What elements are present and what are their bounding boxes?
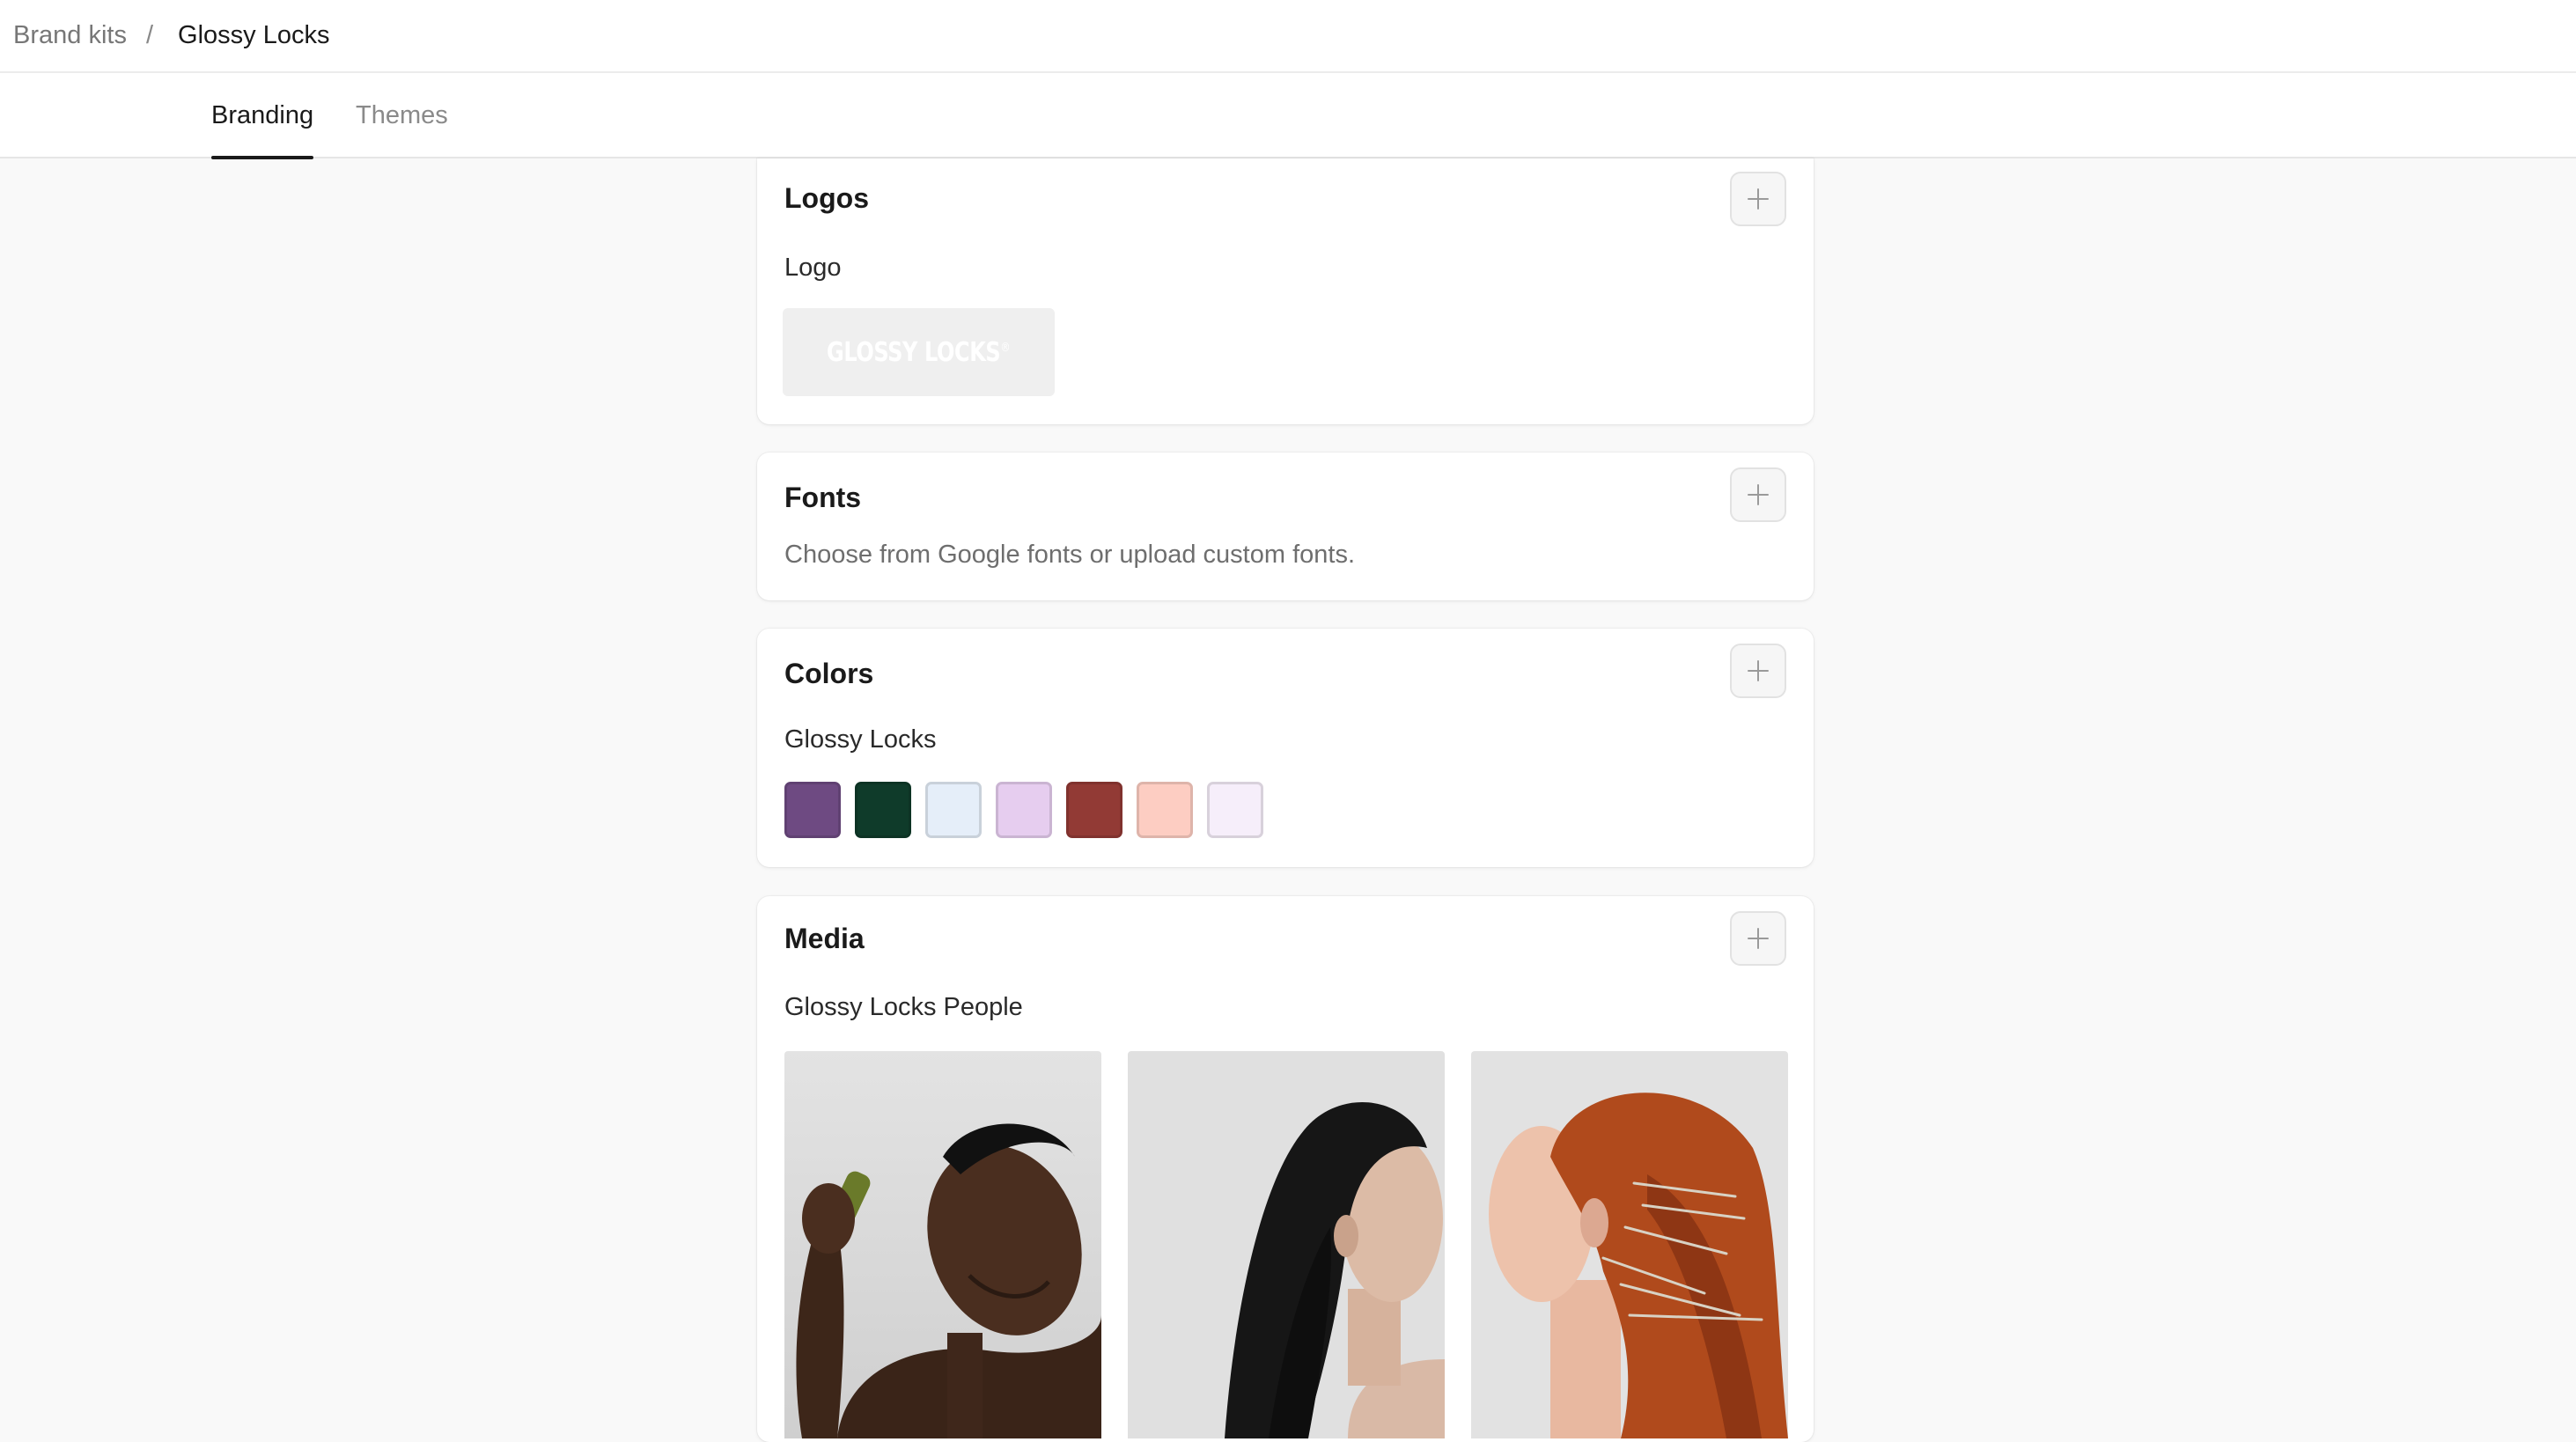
breadcrumb: Brand kits / Glossy Locks [0,21,329,50]
media-image-woman-dark-hair[interactable] [1128,1051,1445,1438]
color-swatch-7[interactable] [1207,782,1263,838]
plus-icon [1748,484,1769,505]
tab-branding[interactable]: Branding [211,73,314,159]
media-title: Media [784,923,865,954]
add-media-button[interactable] [1730,911,1786,966]
breadcrumb-separator: / [145,21,154,49]
color-swatch-3[interactable] [925,782,982,838]
plus-icon [1748,188,1769,210]
fonts-description: Choose from Google fonts or upload custo… [784,541,1356,569]
logos-card: Logos Logo GLOSSY LOCKS® [757,158,1814,424]
tab-bar: Branding Themes [0,73,2576,159]
palette-name: Glossy Locks [784,725,937,754]
woman-red-hair-photo-illustration [1471,1051,1788,1438]
logos-title: Logos [784,182,869,214]
media-image-woman-red-hair[interactable] [1471,1051,1788,1438]
plus-icon [1748,928,1769,949]
fonts-title: Fonts [784,482,862,513]
color-swatch-2[interactable] [855,782,911,838]
media-collection-name: Glossy Locks People [784,993,1023,1021]
man-photo-illustration [784,1051,1101,1438]
media-card: Media Glossy Locks People [757,896,1814,1442]
breadcrumb-brand-kits-link[interactable]: Brand kits [13,21,127,50]
top-bar: Brand kits / Glossy Locks [0,0,2576,73]
add-font-button[interactable] [1730,467,1786,522]
color-swatch-6[interactable] [1137,782,1193,838]
tab-themes[interactable]: Themes [356,73,448,158]
color-swatch-5[interactable] [1066,782,1122,838]
fonts-card: Fonts Choose from Google fonts or upload… [757,452,1814,600]
logo-thumbnail[interactable]: GLOSSY LOCKS® [783,308,1055,396]
woman-dark-hair-photo-illustration [1128,1051,1445,1438]
add-logo-button[interactable] [1730,172,1786,226]
color-swatches [784,782,1263,838]
color-swatch-4[interactable] [996,782,1052,838]
logo-label: Logo [784,254,842,282]
media-image-man-spray[interactable] [784,1051,1101,1438]
plus-icon [1748,660,1769,681]
glossy-locks-logo: GLOSSY LOCKS® [827,336,1011,368]
colors-title: Colors [784,658,874,689]
colors-card: Colors Glossy Locks [757,629,1814,867]
color-swatch-1[interactable] [784,782,841,838]
add-color-button[interactable] [1730,644,1786,698]
breadcrumb-current: Glossy Locks [178,21,330,49]
